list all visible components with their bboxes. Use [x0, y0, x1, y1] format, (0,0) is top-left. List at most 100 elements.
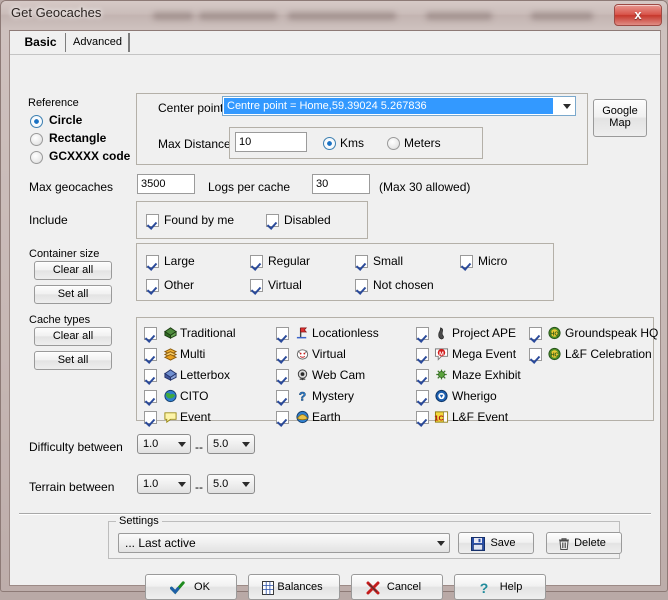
checkbox-container-micro[interactable] — [460, 255, 473, 268]
traditional-cache-icon — [164, 327, 177, 339]
checkbox-cachetype-mega-event[interactable] — [416, 348, 429, 361]
checkbox-cachetype-event-label: Event — [180, 410, 211, 424]
checkbox-cachetype-lf-celebration[interactable] — [529, 348, 542, 361]
checkbox-cachetype-letterbox[interactable] — [144, 369, 157, 382]
dialog-client-area: Basic Advanced Reference Circle Rectangl… — [9, 30, 661, 600]
tab-advanced[interactable]: Advanced — [67, 33, 129, 52]
radio-meters-label: Meters — [404, 136, 441, 150]
radio-kms[interactable] — [323, 137, 336, 150]
checkbox-cachetype-earth-label: Earth — [312, 410, 341, 424]
settings-preset-combo[interactable]: ... Last active — [118, 533, 450, 553]
maze-exhibit-cache-icon — [436, 369, 447, 380]
radio-meters[interactable] — [387, 137, 400, 150]
checkbox-container-not-chosen-label: Not chosen — [373, 278, 434, 292]
checkbox-cachetype-lf-event-label: L&F Event — [452, 410, 509, 424]
logs-per-cache-input[interactable] — [312, 174, 370, 194]
logs-per-cache-label: Logs per cache — [208, 180, 291, 194]
checkbox-container-regular[interactable] — [250, 255, 263, 268]
radio-circle[interactable] — [30, 115, 43, 128]
chevron-down-icon — [178, 482, 186, 487]
terrain-from-value: 1.0 — [143, 478, 159, 490]
cache-types-clear-all-button[interactable]: Clear all — [34, 327, 112, 346]
balances-button[interactable]: Balances — [248, 574, 340, 600]
save-button[interactable]: Save — [458, 532, 534, 554]
difficulty-to-combo[interactable]: 5.0 — [207, 434, 255, 454]
difficulty-label: Difficulty between — [29, 440, 123, 454]
container-size-clear-all-button[interactable]: Clear all — [34, 261, 112, 280]
checkbox-cachetype-multi[interactable] — [144, 348, 157, 361]
checkbox-disabled[interactable] — [266, 214, 279, 227]
checkbox-cachetype-locationless[interactable] — [276, 327, 289, 340]
help-button[interactable]: ? Help — [454, 574, 546, 600]
checkbox-cachetype-traditional[interactable] — [144, 327, 157, 340]
radio-gcxxxx-code[interactable] — [30, 151, 43, 164]
checkbox-cachetype-groundspeak-hq[interactable] — [529, 327, 542, 340]
checkbox-cachetype-event[interactable] — [144, 411, 157, 424]
cancel-button[interactable]: Cancel — [351, 574, 443, 600]
checkbox-cachetype-maze-exhibit[interactable] — [416, 369, 429, 382]
checkbox-container-large[interactable] — [146, 255, 159, 268]
center-point-label: Center point — [158, 101, 224, 115]
ok-button[interactable]: OK — [145, 574, 237, 600]
svg-text:HQ: HQ — [550, 332, 559, 338]
close-icon[interactable]: x — [614, 4, 662, 26]
center-point-combo[interactable]: Centre point = Home,59.39024 5.267836 — [222, 96, 576, 116]
checkbox-container-virtual[interactable] — [250, 279, 263, 292]
tab-basic[interactable]: Basic — [16, 33, 66, 52]
radio-rectangle-label: Rectangle — [49, 131, 107, 145]
difficulty-separator: -- — [195, 440, 203, 454]
checkbox-container-other[interactable] — [146, 279, 159, 292]
checkbox-cachetype-virtual[interactable] — [276, 348, 289, 361]
cache-types-set-all-button[interactable]: Set all — [34, 351, 112, 370]
cito-cache-icon — [164, 389, 177, 403]
terrain-to-combo[interactable]: 5.0 — [207, 474, 255, 494]
google-map-line1: Google — [602, 105, 638, 117]
checkbox-cachetype-lf-event[interactable] — [416, 411, 429, 424]
max-distance-input[interactable] — [235, 132, 307, 152]
virtual-cache-icon — [296, 349, 309, 360]
checkbox-cachetype-letterbox-label: Letterbox — [180, 368, 231, 382]
google-map-button[interactable]: Google Map — [593, 99, 647, 137]
checkbox-cachetype-mystery-label: Mystery — [312, 389, 354, 403]
checkbox-cachetype-maze-exhibit-label: Maze Exhibit — [452, 368, 521, 382]
glass-ghost — [426, 12, 492, 20]
trash-icon — [559, 538, 569, 550]
container-size-panel — [136, 243, 554, 301]
logs-hint: (Max 30 allowed) — [379, 180, 471, 194]
close-x-icon — [366, 581, 380, 595]
help-button-label: Help — [499, 581, 523, 593]
glass-ghost — [153, 12, 193, 20]
checkbox-found-by-me[interactable] — [146, 214, 159, 227]
checkbox-disabled-label: Disabled — [284, 213, 331, 227]
svg-text:1C: 1C — [434, 413, 444, 422]
cancel-button-label: Cancel — [386, 581, 422, 593]
radio-gcxxxx-code-label: GCXXXX code — [49, 149, 131, 163]
checkbox-container-not-chosen[interactable] — [355, 279, 368, 292]
difficulty-from-value: 1.0 — [143, 438, 159, 450]
checkbox-container-small[interactable] — [355, 255, 368, 268]
max-geocaches-input[interactable] — [137, 174, 195, 194]
difficulty-from-combo[interactable]: 1.0 — [137, 434, 191, 454]
checkbox-container-large-label: Large — [164, 254, 195, 268]
ok-button-label: OK — [194, 581, 210, 593]
checkbox-cachetype-wherigo[interactable] — [416, 390, 429, 403]
checkbox-cachetype-cito-label: CITO — [180, 389, 209, 403]
checkbox-cachetype-earth[interactable] — [276, 411, 289, 424]
glass-ghost — [531, 12, 593, 20]
tab-bar: Basic Advanced — [10, 31, 660, 53]
checkbox-cachetype-project-ape[interactable] — [416, 327, 429, 340]
radio-rectangle[interactable] — [30, 133, 43, 146]
question-mark-icon: ? — [480, 580, 489, 596]
radio-circle-label: Circle — [49, 113, 83, 127]
checkbox-cachetype-cito[interactable] — [144, 390, 157, 403]
terrain-from-combo[interactable]: 1.0 — [137, 474, 191, 494]
container-size-set-all-button[interactable]: Set all — [34, 285, 112, 304]
terrain-to-value: 5.0 — [213, 478, 229, 490]
checkbox-cachetype-webcam[interactable] — [276, 369, 289, 382]
chevron-down-icon — [563, 104, 571, 109]
balances-button-label: Balances — [277, 581, 323, 593]
save-button-label: Save — [490, 537, 516, 549]
checkbox-cachetype-mystery[interactable] — [276, 390, 289, 403]
delete-button[interactable]: Delete — [546, 532, 622, 554]
groundspeak-hq-cache-icon: HQ — [548, 326, 561, 340]
